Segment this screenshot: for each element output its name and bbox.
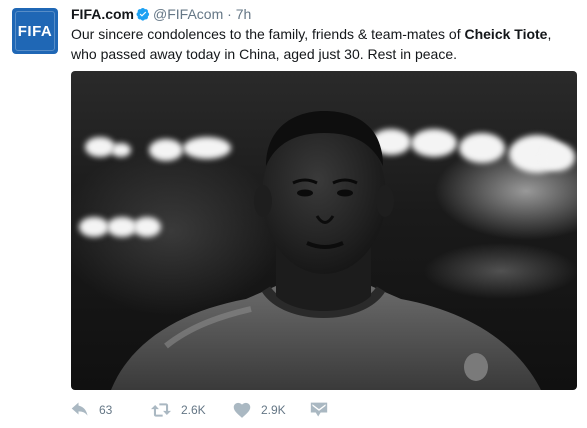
direct-message-icon (310, 402, 328, 418)
tweet-text-bold-name: Cheick Tiote (464, 26, 548, 42)
reply-button[interactable]: 63 (71, 400, 112, 420)
like-button[interactable]: 2.9K (233, 400, 286, 420)
user-handle[interactable]: @FIFAcom (153, 6, 223, 22)
tweet-text: Our sincere condolences to the family, f… (71, 24, 576, 64)
reply-icon (71, 402, 89, 418)
retweet-button[interactable]: 2.6K (151, 400, 206, 420)
timestamp[interactable]: 7h (236, 6, 252, 22)
like-count: 2.9K (261, 403, 286, 417)
tweet-text-part-1: Our sincere condolences to the family, f… (71, 26, 465, 42)
tweet-header: FIFA.com @FIFAcom · 7h (71, 4, 251, 24)
reply-count: 63 (99, 403, 113, 417)
direct-message-button[interactable] (310, 400, 328, 420)
tweet-card[interactable]: FIFA FIFA.com @FIFAcom · 7h Our sincere c… (0, 0, 587, 428)
separator-dot: · (227, 6, 232, 22)
player-portrait (111, 111, 541, 390)
heart-icon (233, 402, 251, 418)
avatar-border (15, 11, 55, 51)
retweet-icon (151, 402, 171, 418)
retweet-count: 2.6K (181, 403, 206, 417)
display-name[interactable]: FIFA.com (71, 6, 134, 22)
avatar[interactable]: FIFA (12, 8, 58, 54)
verified-badge-icon (136, 6, 150, 21)
tweet-photo[interactable] (71, 71, 577, 390)
